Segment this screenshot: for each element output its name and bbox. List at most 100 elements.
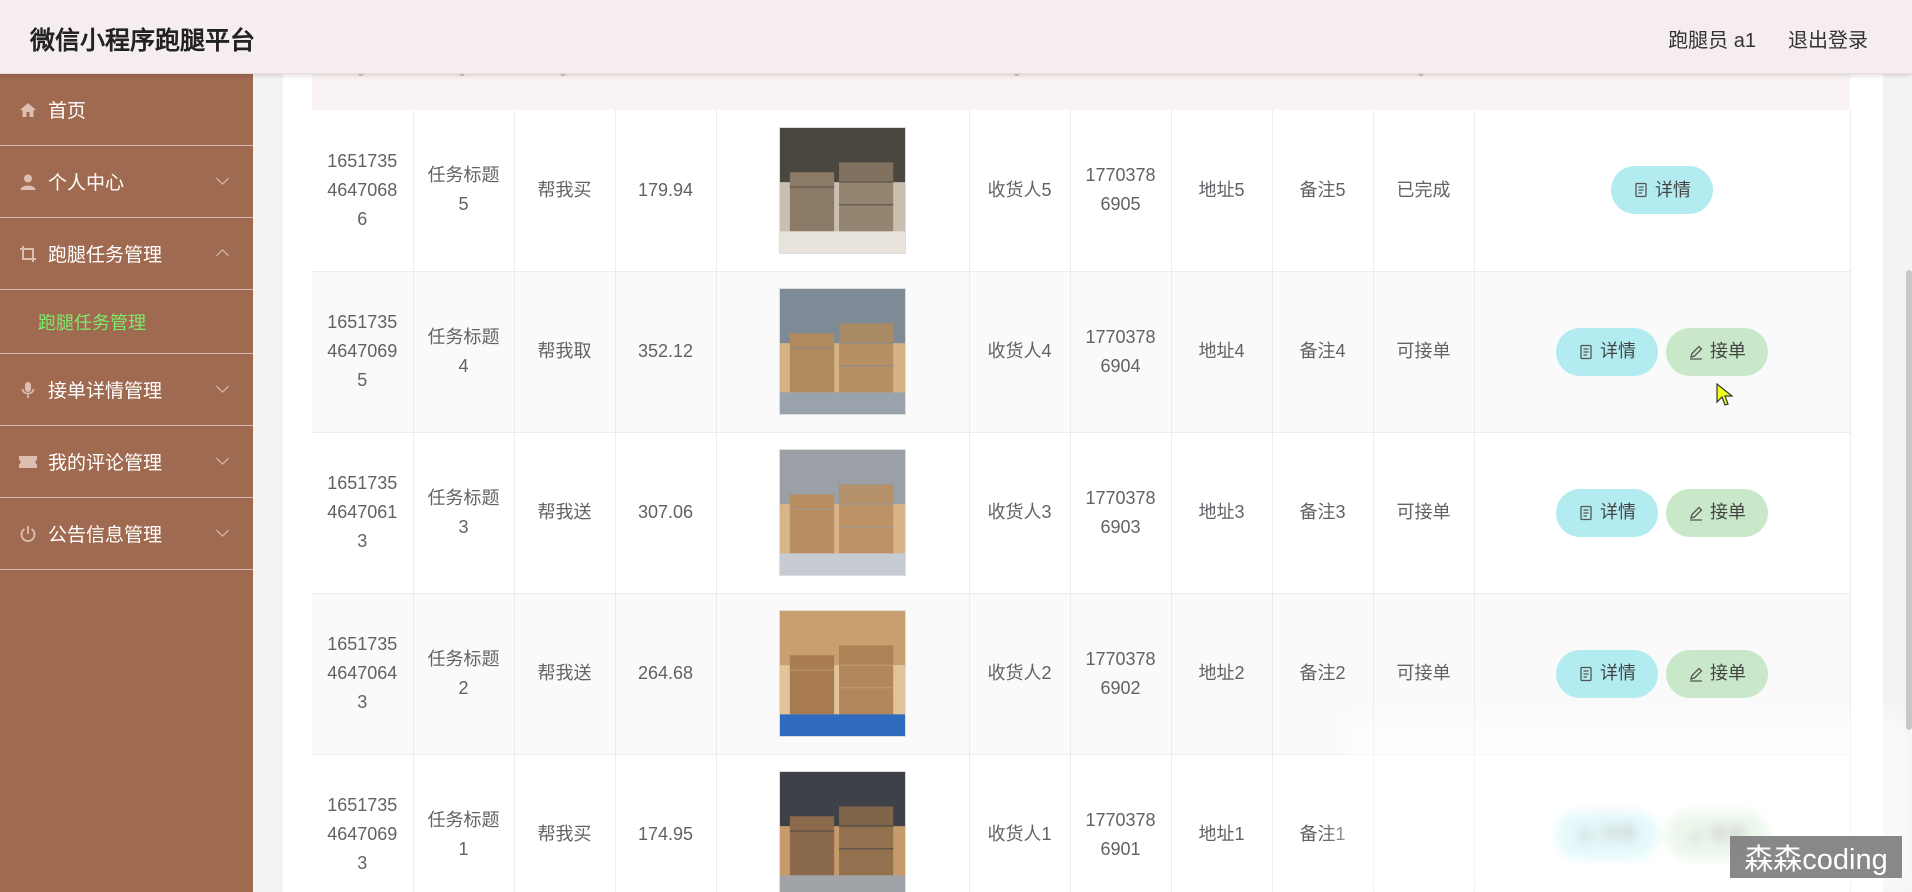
accept-order-button[interactable]: 接单 [1666, 488, 1768, 537]
cell-note: 备注3 [1272, 432, 1374, 594]
task-table: 1651735 4647068 6 任务标题 5 帮我买 179.94 收货人5 1770378… [312, 110, 1851, 892]
user-icon [18, 172, 38, 192]
sidebar-item-order-details[interactable]: 接单详情管理 [0, 354, 253, 426]
user-area: 跑腿员 a1 退出登录 [1668, 24, 1868, 53]
stacked-cartons-image[interactable] [779, 449, 906, 576]
title_lines-line: 任务标题 [427, 809, 500, 830]
edit-icon [1688, 666, 1704, 682]
warehouse-aisle-image[interactable] [779, 126, 906, 254]
button-label: 详情 [1600, 824, 1636, 844]
cell-title: 任务标题 2 [413, 593, 515, 755]
ticket-icon [18, 452, 38, 472]
microphone-icon [18, 380, 38, 400]
edit-icon [1688, 344, 1704, 360]
carton-pile-image[interactable] [779, 610, 906, 737]
document-icon [1633, 182, 1649, 198]
id_lines-line: 3 [357, 692, 368, 712]
button-label: 详情 [1600, 663, 1636, 683]
sidebar: 首页 个人中心 跑腿任务管理 跑腿任务管理 接单详情管理 我的评论管理 公告信息… [0, 74, 253, 892]
id_lines-line: 1651735 [327, 473, 398, 493]
id_lines-line: 4647064 [327, 663, 398, 683]
edit-icon [1688, 505, 1704, 521]
id_lines-line: 4647069 [327, 341, 398, 361]
cell-price: 352.12 [615, 271, 717, 433]
cell-image [716, 754, 970, 892]
title_lines-line: 2 [458, 677, 469, 698]
cell-price: 307.06 [615, 432, 717, 594]
cell-address: 地址4 [1171, 271, 1273, 433]
id_lines-line: 4647061 [327, 502, 398, 522]
button-label: 接单 [1710, 502, 1746, 522]
cell-title: 任务标题 1 [413, 754, 515, 892]
submenu-task-management[interactable]: 跑腿任务管理 [0, 290, 253, 354]
accept-order-button[interactable]: 接单 [1666, 649, 1768, 698]
phone_lines-line: 6902 [1100, 677, 1141, 698]
id_lines-line: 6 [357, 208, 368, 229]
cell-note: 备注5 [1272, 110, 1374, 272]
chevron-down-icon [216, 452, 229, 465]
pallet-boxes-image[interactable] [779, 288, 906, 415]
title_lines-line: 4 [458, 355, 469, 376]
scrollbar[interactable] [1906, 270, 1912, 730]
detail-button[interactable]: 详情 [1556, 488, 1658, 537]
table-row: 1651735 4647068 6 任务标题 5 帮我买 179.94 收货人5 1770378… [312, 110, 1851, 272]
logout-button[interactable]: 退出登录 [1788, 24, 1868, 53]
cell-status [1373, 754, 1475, 892]
cell-status: 可接单 [1373, 593, 1475, 755]
cell-type: 帮我送 [514, 432, 616, 594]
cell-price: 264.68 [615, 593, 717, 755]
cell-receiver: 收货人1 [969, 754, 1071, 892]
cell-address: 地址1 [1171, 754, 1273, 892]
loading-dock-image[interactable] [779, 771, 906, 892]
cell-actions: 详情 [1474, 110, 1851, 272]
table-row: 1651735 4647061 3 任务标题 3 帮我送 307.06 收货人3 1770378… [312, 432, 1851, 594]
id_lines-line: 3 [357, 531, 368, 551]
cell-phone: 1770378 6903 [1070, 432, 1172, 594]
title_lines-line: 1 [458, 838, 469, 859]
cell-title: 任务标题 5 [413, 110, 515, 272]
sidebar-item-label: 公告信息管理 [48, 525, 163, 546]
id_lines-line: 1651735 [327, 150, 398, 171]
cell-receiver: 收货人3 [969, 432, 1071, 594]
id_lines-line: 1651735 [327, 634, 398, 654]
crop-icon [18, 244, 38, 264]
cell-id: 1651735 4647068 6 [312, 110, 414, 272]
user-label[interactable]: 跑腿员 a1 [1668, 24, 1756, 53]
table-row: 1651735 4647069 3 任务标题 1 帮我买 174.95 收货人1 1770378… [312, 754, 1851, 892]
sidebar-item-label: 我的评论管理 [48, 453, 163, 474]
sidebar-item-comments[interactable]: 我的评论管理 [0, 426, 253, 498]
phone_lines-line: 6903 [1100, 516, 1141, 537]
detail-button[interactable]: 详情 [1556, 649, 1658, 698]
sidebar-item-announcements[interactable]: 公告信息管理 [0, 498, 253, 570]
title_lines-line: 5 [458, 194, 469, 215]
cell-note: 备注1 [1272, 754, 1374, 892]
sidebar-item-profile[interactable]: 个人中心 [0, 146, 253, 218]
table-header-strip [312, 74, 1850, 110]
detail-button[interactable]: 详情 [1611, 166, 1713, 215]
table-row: 1651735 4647069 5 任务标题 4 帮我取 352.12 收货人4 1770378… [312, 271, 1851, 433]
sidebar-item-label: 跑腿任务管理 [48, 245, 163, 266]
title_lines-line: 任务标题 [427, 326, 500, 347]
sidebar-item-label: 接单详情管理 [48, 381, 163, 402]
cell-status: 已完成 [1373, 110, 1475, 272]
detail-button[interactable]: 详情 [1556, 810, 1658, 859]
top-bar: 微信小程序跑腿平台 跑腿员 a1 退出登录 [0, 0, 1912, 74]
detail-button[interactable]: 详情 [1556, 327, 1658, 376]
cell-type: 帮我买 [514, 110, 616, 272]
cell-price: 174.95 [615, 754, 717, 892]
cell-receiver: 收货人2 [969, 593, 1071, 755]
button-label: 详情 [1655, 179, 1691, 200]
accept-order-button[interactable]: 接单 [1666, 327, 1768, 376]
sidebar-item-task-management[interactable]: 跑腿任务管理 [0, 218, 253, 290]
cell-image [716, 432, 970, 594]
title_lines-line: 任务标题 [427, 487, 500, 508]
cell-title: 任务标题 4 [413, 271, 515, 433]
home-icon [18, 100, 38, 120]
sidebar-item-home[interactable]: 首页 [0, 74, 253, 146]
cell-status: 可接单 [1373, 432, 1475, 594]
cell-image [716, 271, 970, 433]
power-icon [18, 524, 38, 544]
cell-note: 备注2 [1272, 593, 1374, 755]
cell-image [716, 110, 970, 272]
phone_lines-line: 1770378 [1085, 487, 1156, 508]
